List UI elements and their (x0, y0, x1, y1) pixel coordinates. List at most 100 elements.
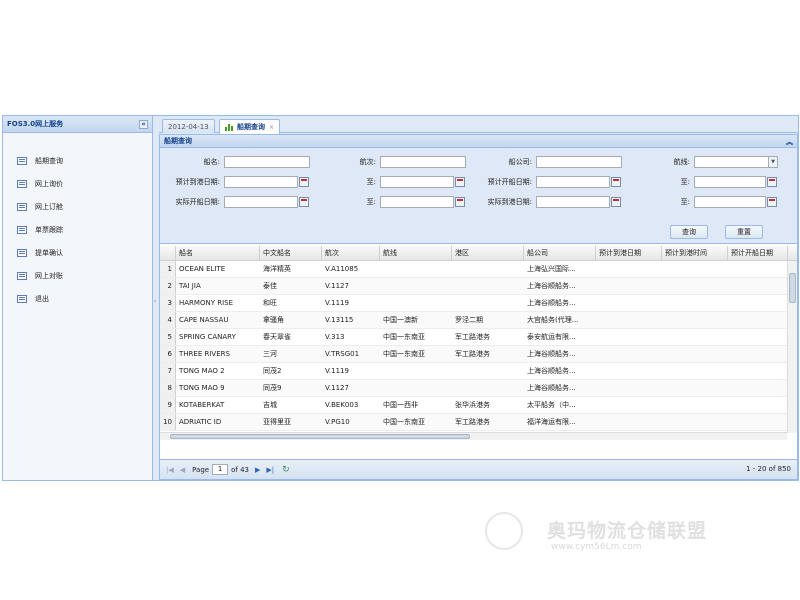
atd-from-input[interactable] (224, 196, 309, 208)
table-cell: 泰安航运有限... (527, 333, 576, 341)
table-row[interactable]: 3 HARMONY RISE 和旺 V.1119 上海谷顺船务... (160, 295, 797, 312)
table-cell (662, 397, 728, 413)
vertical-scrollbar[interactable] (787, 261, 797, 433)
tab-schedule-query[interactable]: 船期查询 × (219, 119, 281, 134)
sidebar-collapse-button[interactable]: « (139, 120, 148, 129)
table-cell: 上海谷顺船务... (527, 367, 576, 375)
calendar-icon[interactable] (455, 177, 465, 187)
sidebar-item-online-booking[interactable]: 网上订舱 (3, 195, 152, 218)
calendar-icon[interactable] (767, 197, 777, 207)
sidebar-item-label: 网上询价 (35, 179, 63, 188)
etd-to-input[interactable] (694, 176, 777, 188)
sidebar-item-shipment-tracking[interactable]: 单票跟踪 (3, 218, 152, 241)
table-row[interactable]: 5 SPRING CANARY 春天翠雀 V.313 中国一东南亚 军工路港务 泰安航运有限… (160, 329, 797, 346)
close-icon[interactable]: × (269, 124, 274, 131)
table-cell: 同茂2 (263, 367, 282, 375)
ata-from-input[interactable] (536, 196, 621, 208)
table-row[interactable]: 2 TAI JIA 泰佳 V.1127 上海谷顺船务... (160, 278, 797, 295)
column-header[interactable]: 港区 (452, 246, 524, 260)
table-row[interactable]: 8 TONG MAO 9 同茂9 V.1127 上海谷顺船务... (160, 380, 797, 397)
sidebar-menu: 船期查询 网上询价 网上订舱 单票跟踪 提单确认 网上对账 退出 (3, 133, 152, 310)
sidebar-item-logout[interactable]: 退出 (3, 287, 152, 310)
table-cell: THREE RIVERS (179, 350, 230, 358)
table-cell: 上海谷顺船务... (527, 282, 576, 290)
eta-to-input[interactable] (380, 176, 465, 188)
table-row[interactable]: 9 KOTABERKAT 吉城 V.BEK003 中国一西非 张华浜港务 太平船务（中... (160, 397, 797, 414)
atd-to-input[interactable] (380, 196, 465, 208)
ata-to-input[interactable] (694, 196, 777, 208)
table-cell (728, 397, 788, 413)
carrier-input[interactable] (536, 156, 622, 168)
sidebar-item-schedule-query[interactable]: 船期查询 (3, 149, 152, 172)
document-icon (17, 179, 27, 188)
table-cell (380, 261, 452, 277)
to-label: 至: (366, 198, 376, 206)
column-header[interactable]: 航次 (322, 246, 380, 260)
page-number-input[interactable]: 1 (212, 464, 229, 475)
row-number: 10 (160, 414, 176, 430)
page-label: Page (192, 465, 210, 474)
sidebar-item-label: 网上对账 (35, 271, 63, 280)
etd-from-input[interactable] (536, 176, 621, 188)
first-page-icon[interactable]: |◀ (166, 466, 174, 474)
table-cell (380, 363, 452, 379)
sidebar-item-bl-confirm[interactable]: 提单确认 (3, 241, 152, 264)
table-row[interactable]: 4 CAPE NASSAU 拿骚角 V.13115 中国一澳新 罗泾二期 大宫船务(代理..… (160, 312, 797, 329)
prev-page-icon[interactable]: ◀ (180, 466, 185, 474)
reset-button[interactable]: 重置 (725, 225, 763, 239)
voyage-input[interactable] (380, 156, 466, 168)
watermark-logo (485, 512, 523, 550)
last-page-icon[interactable]: ▶| (266, 466, 274, 474)
scroll-thumb[interactable] (170, 434, 470, 439)
calendar-icon[interactable] (611, 197, 621, 207)
table-row[interactable]: 10 ADRIATIC ID 亚得里亚 V.PG10 中国一东南亚 军工路港务 福洋海运有限… (160, 414, 797, 431)
sidebar-item-label: 提单确认 (35, 248, 63, 257)
vessel-name-label: 船名: (203, 158, 220, 166)
column-header[interactable]: 船名 (176, 246, 260, 260)
refresh-icon[interactable]: ↻ (282, 465, 290, 475)
eta-from-input[interactable] (224, 176, 309, 188)
column-header[interactable] (160, 246, 176, 260)
collapse-icon[interactable]: ︽ (786, 137, 793, 147)
sidebar-header: FOS3.0网上服务 « (3, 116, 152, 133)
calendar-icon[interactable] (767, 177, 777, 187)
next-page-icon[interactable]: ▶ (255, 466, 260, 474)
table-cell: 中国一东南亚 (383, 418, 425, 426)
column-header[interactable]: 预计到港时间 (662, 246, 728, 260)
vessel-name-input[interactable] (224, 156, 310, 168)
sidebar-item-online-quote[interactable]: 网上询价 (3, 172, 152, 195)
column-header[interactable]: 预计开船日期 (728, 246, 788, 260)
table-row[interactable]: 6 THREE RIVERS 三河 V.TRSG01 中国一东南亚 军工路港务 上海谷顺船务… (160, 346, 797, 363)
table-cell: 中国一澳新 (383, 316, 418, 324)
table-cell: 罗泾二期 (455, 316, 483, 324)
table-cell: 福洋海运有限... (527, 418, 576, 426)
table-cell: V.13115 (325, 316, 354, 324)
schedule-grid: 船名 中文船名 航次 航线 港区 船公司 预计到港日期 预计到港时间 预计开船日期 1 OCEAN… (160, 246, 797, 440)
column-header[interactable]: 船公司 (524, 246, 596, 260)
chevron-down-icon[interactable]: ▼ (768, 157, 777, 167)
document-icon (17, 156, 27, 165)
column-header[interactable]: 预计到港日期 (596, 246, 662, 260)
scroll-thumb[interactable] (789, 273, 796, 303)
table-row[interactable]: 7 TONG MAO 2 同茂2 V.1119 上海谷顺船务... (160, 363, 797, 380)
column-header[interactable]: 中文船名 (260, 246, 322, 260)
table-row[interactable]: 1 OCEAN ELITE 海洋精英 V.A11085 上海弘兴国际... (160, 261, 797, 278)
calendar-icon[interactable] (299, 177, 309, 187)
calendar-icon[interactable] (455, 197, 465, 207)
table-cell: 上海谷顺船务... (527, 350, 576, 358)
chart-icon (225, 123, 234, 131)
calendar-icon[interactable] (299, 197, 309, 207)
table-cell (728, 312, 788, 328)
table-cell: TAI JIA (179, 282, 201, 290)
row-number: 4 (160, 312, 176, 328)
table-cell (452, 278, 524, 294)
column-header[interactable]: 航线 (380, 246, 452, 260)
tab-date[interactable]: 2012-04-13 (162, 119, 215, 133)
row-number: 8 (160, 380, 176, 396)
sidebar-item-reconciliation[interactable]: 网上对账 (3, 264, 152, 287)
query-button[interactable]: 查询 (670, 225, 708, 239)
table-cell: ADRIATIC ID (179, 418, 222, 426)
calendar-icon[interactable] (611, 177, 621, 187)
horizontal-scrollbar[interactable] (160, 432, 787, 440)
route-select[interactable]: ▼ (694, 156, 778, 168)
